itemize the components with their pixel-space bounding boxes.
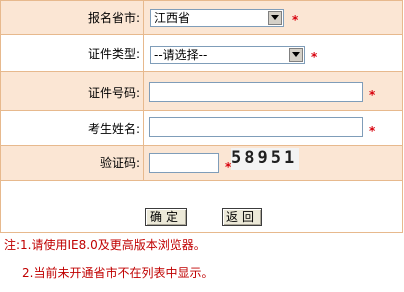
note-line-1: 注:1.请使用IE8.0及更高版本浏览器。 <box>4 238 206 252</box>
required-asterisk: * <box>369 124 376 138</box>
row-divider <box>1 180 402 181</box>
id-type-selected-value: --请选择-- <box>154 48 208 62</box>
province-label: 报名省市: <box>87 11 140 25</box>
name-label: 考生姓名: <box>87 122 140 136</box>
id-number-label: 证件号码: <box>87 86 140 100</box>
id-type-label: 证件类型: <box>87 47 140 61</box>
captcha-image[interactable]: 58951 <box>231 148 299 170</box>
note-line-2: 2.当前未开通省市不在列表中显示。 <box>22 266 214 280</box>
captcha-label: 验证码: <box>99 156 140 170</box>
name-input[interactable] <box>149 117 363 137</box>
required-asterisk: * <box>369 88 376 102</box>
required-asterisk: * <box>292 13 299 27</box>
required-asterisk: * <box>311 50 318 64</box>
column-divider <box>143 1 144 181</box>
id-type-select[interactable]: --请选择-- <box>150 46 305 64</box>
confirm-button[interactable]: 确定 <box>145 208 187 226</box>
captcha-image-text: 58951 <box>231 148 298 168</box>
id-number-input[interactable] <box>149 82 363 102</box>
captcha-input[interactable] <box>149 153 219 173</box>
registration-form: 报名省市: 江西省 * 证件类型: --请选择-- * 证件号码: * 考生姓名… <box>0 0 403 233</box>
province-selected-value: 江西省 <box>154 11 191 25</box>
dropdown-arrow-icon[interactable] <box>268 11 282 25</box>
province-select[interactable]: 江西省 <box>150 9 284 27</box>
back-button[interactable]: 返回 <box>222 208 262 226</box>
dropdown-arrow-icon[interactable] <box>289 48 303 62</box>
